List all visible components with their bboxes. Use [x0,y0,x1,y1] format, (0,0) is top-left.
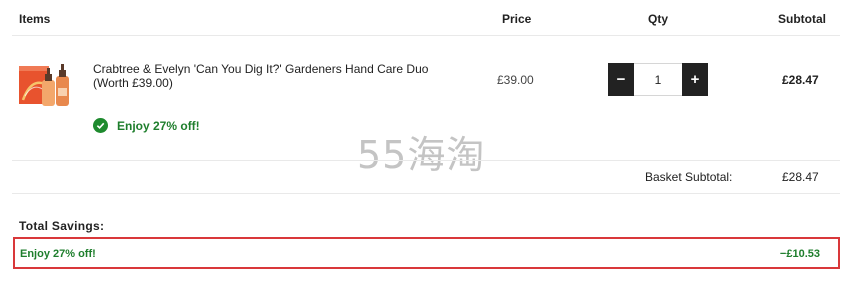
quantity-input[interactable] [634,63,682,96]
product-name-link[interactable]: Crabtree & Evelyn 'Can You Dig It?' Gard… [93,62,433,90]
subtotal-column-header: Subtotal [778,12,826,26]
savings-row: Enjoy 27% off! −£10.53 [13,237,840,269]
increase-quantity-button[interactable]: + [682,63,708,96]
basket-subtotal-value: £28.47 [782,170,819,184]
line-subtotal: £28.47 [782,73,819,87]
check-circle-icon [93,118,108,133]
savings-value: −£10.53 [779,248,820,260]
item-divider [12,160,840,161]
header-divider [12,35,840,36]
offer-text: Enjoy 27% off! [117,118,200,133]
total-savings-title: Total Savings: [19,219,105,233]
items-column-header: Items [19,12,51,26]
savings-label: Enjoy 27% off! [20,248,96,260]
qty-column-header: Qty [648,12,669,26]
basket-divider [12,193,840,194]
decrease-quantity-button[interactable]: − [608,63,634,96]
quantity-stepper: − + [608,63,708,96]
offer-badge: Enjoy 27% off! [93,118,200,133]
unit-price: £39.00 [497,73,534,87]
watermark: 55海淘 [357,133,486,177]
price-column-header: Price [502,12,532,26]
product-thumbnail[interactable] [17,60,73,108]
basket-subtotal-label: Basket Subtotal: [645,170,733,184]
